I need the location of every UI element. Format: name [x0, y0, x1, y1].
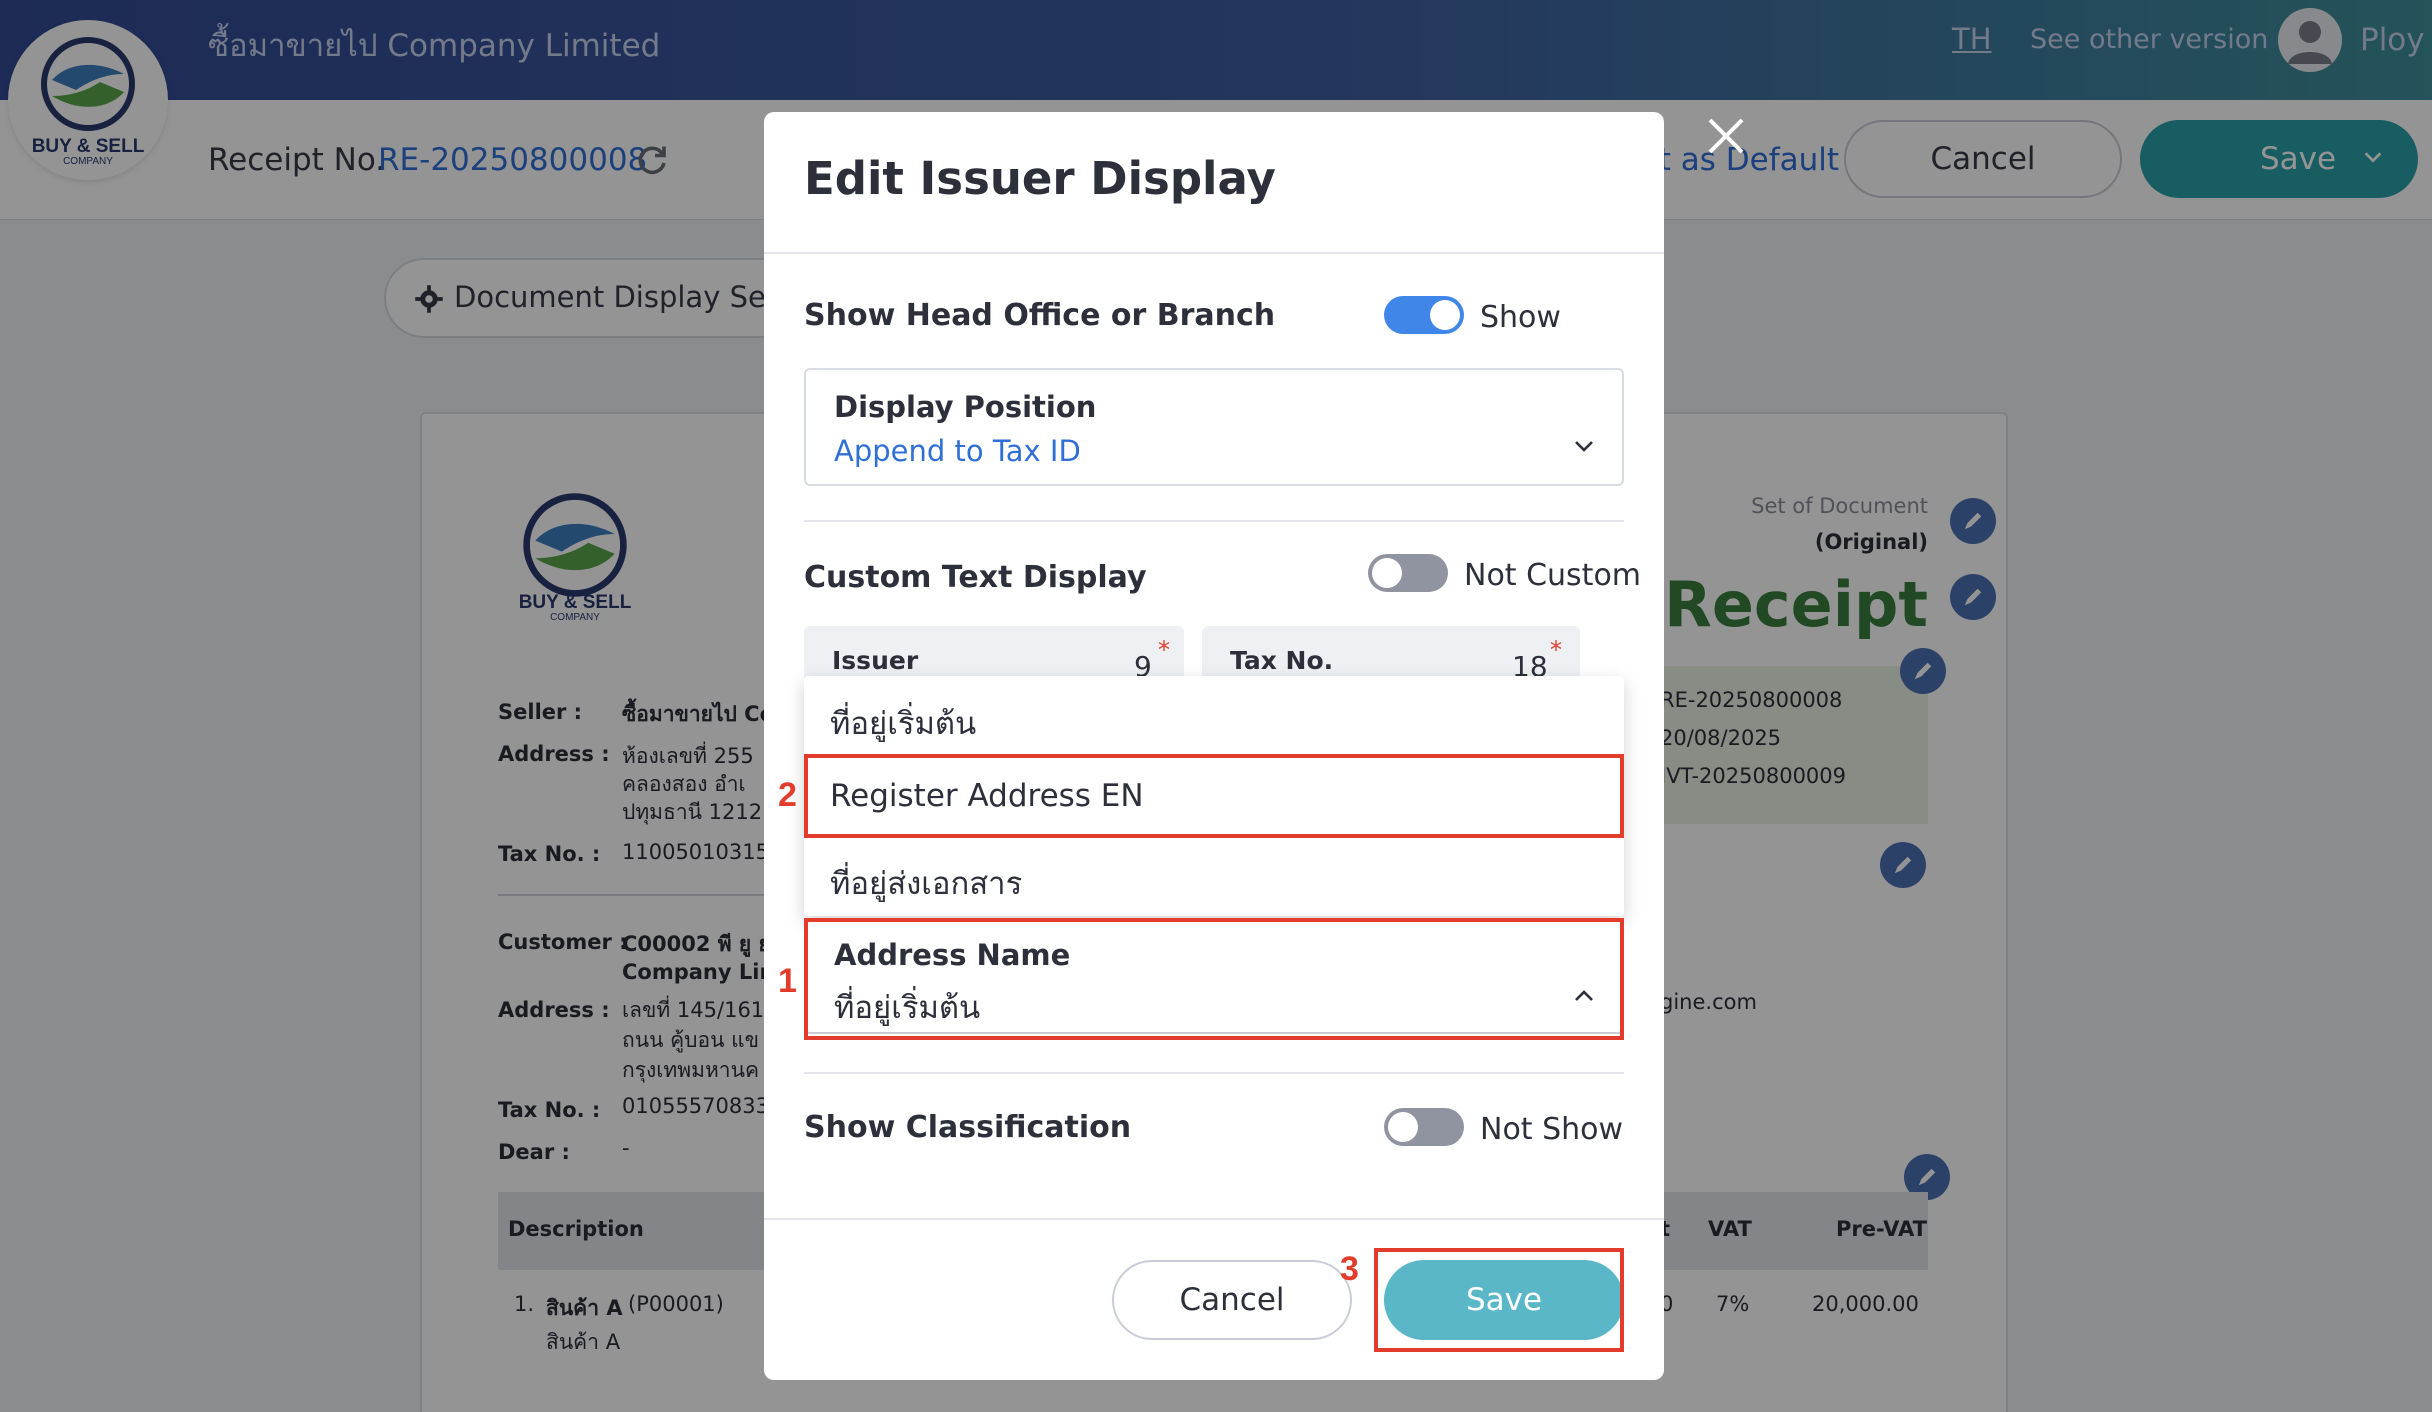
toggle-knob: [1430, 300, 1460, 330]
dropdown-option[interactable]: ที่อยู่เริ่มต้น: [804, 676, 1624, 756]
divider: [804, 1072, 1624, 1074]
highlight-register-address-en: [804, 754, 1624, 838]
toggle-knob: [1372, 558, 1402, 588]
classification-label: Show Classification: [804, 1110, 1132, 1145]
custom-text-toggle[interactable]: [1368, 554, 1448, 592]
classification-toggle[interactable]: [1384, 1108, 1464, 1146]
head-office-label: Show Head Office or Branch: [804, 298, 1276, 333]
required-mark: *: [1158, 636, 1170, 664]
highlight-address-name: [804, 918, 1624, 1040]
modal-title: Edit Issuer Display: [804, 152, 1276, 205]
taxno-label: Tax No.: [1230, 646, 1334, 675]
divider: [764, 252, 1664, 254]
divider: [804, 520, 1624, 522]
dropdown-option[interactable]: ที่อยู่ส่งเอกสาร: [804, 836, 1624, 916]
edit-issuer-display-modal: Edit Issuer Display Show Head Office or …: [764, 112, 1664, 1380]
required-mark: *: [1550, 636, 1562, 664]
display-position-label: Display Position: [834, 390, 1097, 424]
display-position-value: Append to Tax ID: [834, 434, 1081, 468]
chevron-down-icon: [1575, 441, 1593, 452]
head-office-toggle[interactable]: [1384, 296, 1464, 334]
step-number: 2: [778, 776, 797, 814]
toggle-knob: [1388, 1112, 1418, 1142]
step-number: 3: [1340, 1250, 1359, 1288]
custom-text-label: Custom Text Display: [804, 560, 1147, 595]
head-office-state: Show: [1480, 300, 1561, 335]
modal-cancel-button[interactable]: Cancel: [1112, 1260, 1352, 1340]
custom-text-state: Not Custom: [1464, 558, 1642, 593]
step-number: 1: [778, 962, 797, 1000]
option-label: ที่อยู่ส่งเอกสาร: [830, 866, 1023, 902]
highlight-save-button: [1374, 1248, 1624, 1352]
display-position-select[interactable]: Display Position Append to Tax ID: [804, 368, 1624, 486]
divider: [764, 1218, 1664, 1220]
issuer-label: Issuer: [832, 646, 919, 675]
option-label: ที่อยู่เริ่มต้น: [830, 706, 977, 742]
classification-state: Not Show: [1480, 1112, 1624, 1147]
close-icon[interactable]: [1706, 116, 1746, 156]
